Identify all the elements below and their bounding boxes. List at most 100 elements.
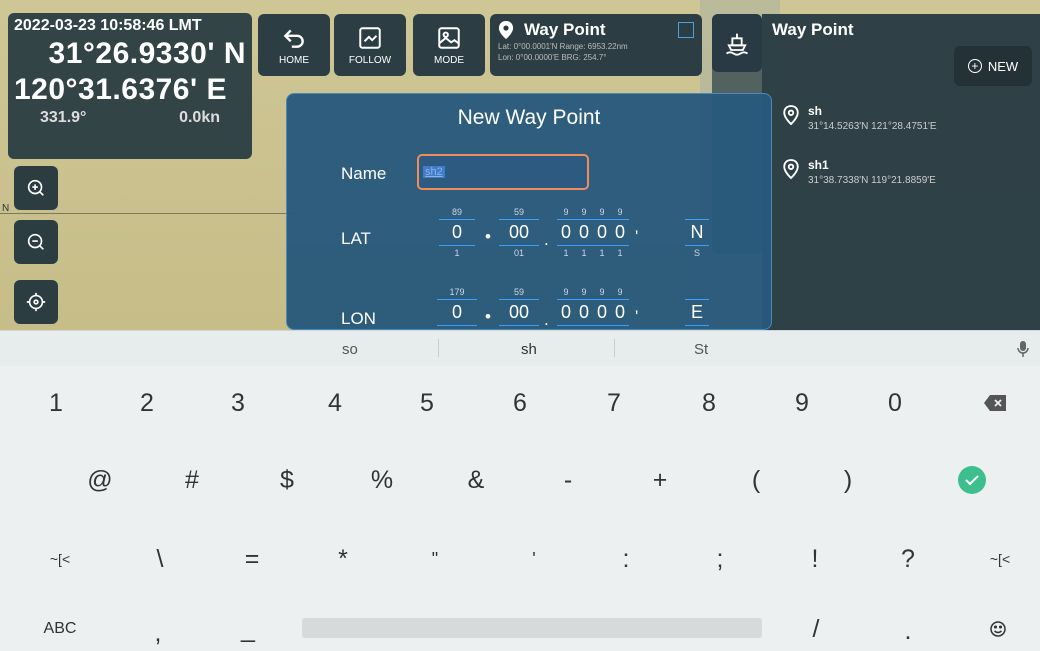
speed: 0.0kn (179, 109, 220, 126)
keyboard: 1 2 3 4 5 6 7 8 9 0 @ # $ % & - + ( ) ~[… (0, 366, 1040, 651)
key-6[interactable]: 6 (490, 378, 550, 428)
backspace-key[interactable] (965, 378, 1025, 428)
waypoint-name: sh1 (808, 158, 829, 172)
key-at[interactable]: @ (70, 455, 130, 505)
waypoint-coords: 31°38.7338'N 119°21.8859'E (808, 175, 936, 186)
suggestion-item[interactable]: St (694, 341, 708, 358)
minute-separator: ' (635, 227, 639, 246)
key-single-quote[interactable]: ' (504, 534, 564, 584)
close-checkbox-icon[interactable] (678, 22, 694, 38)
ship-button[interactable] (712, 14, 762, 72)
key-period[interactable]: . (878, 606, 938, 651)
suggestion-bar: so sh St (0, 330, 1040, 366)
active-waypoint-card[interactable]: Way Point Lat: 0°00.0001'N Range: 6953.2… (490, 14, 702, 76)
panel-title: Way Point (772, 20, 854, 39)
waypoint-list-panel: Way Point + NEW sh 31°14.5263'N 121°28.4… (762, 14, 1040, 330)
ship-icon (725, 33, 749, 56)
latitude: 31°26.9330' N (48, 37, 246, 70)
lat-decimal-2-spinner[interactable]: 9 0 1 (575, 207, 593, 258)
suggestion-divider (614, 339, 615, 357)
abc-key[interactable]: ABC (30, 604, 90, 651)
key-comma[interactable]: , (128, 608, 188, 651)
enter-key[interactable] (942, 455, 1002, 505)
key-9[interactable]: 9 (772, 378, 832, 428)
lat-decimal-1-spinner[interactable]: 9 0 1 (557, 207, 575, 258)
key-hash[interactable]: # (162, 455, 222, 505)
check-icon (958, 466, 986, 494)
key-asterisk[interactable]: * (313, 534, 373, 584)
suggestion-item[interactable]: so (342, 341, 358, 358)
chart-map[interactable]: N 2022-03-23 10:58:46 LMT 31°26.9330' N … (0, 0, 1040, 330)
key-2[interactable]: 2 (117, 378, 177, 428)
key-3[interactable]: 3 (208, 378, 268, 428)
home-button[interactable]: HOME (258, 14, 330, 76)
zoom-in-button[interactable] (14, 166, 58, 210)
key-minus[interactable]: - (538, 455, 598, 505)
waypoint-card-lat: Lat: 0°00.0001'N Range: 6953.22nm (498, 42, 628, 51)
key-ampersand[interactable]: & (446, 455, 506, 505)
lon-decimal-3-spinner[interactable]: 9 0 (593, 287, 611, 328)
key-double-quote[interactable]: " (405, 534, 465, 584)
minute-separator: ' (635, 307, 639, 326)
undo-arrow-icon (283, 29, 304, 48)
crosshair-icon (26, 292, 46, 312)
lat-label: LAT (341, 229, 371, 248)
lat-hemisphere-spinner[interactable]: N S (685, 207, 709, 258)
new-label: NEW (987, 58, 1019, 74)
key-4[interactable]: 4 (305, 378, 365, 428)
key-equals[interactable]: = (222, 534, 282, 584)
map-edge-label: N (2, 203, 10, 214)
key-plus[interactable]: + (630, 455, 690, 505)
lat-decimal-3-spinner[interactable]: 9 0 1 (593, 207, 611, 258)
key-open-paren[interactable]: ( (726, 455, 786, 505)
symbols-toggle-key[interactable]: ~[< (970, 534, 1030, 584)
key-colon[interactable]: : (596, 534, 656, 584)
key-backslash[interactable]: \ (130, 534, 190, 584)
center-position-button[interactable] (14, 280, 58, 324)
lon-hemisphere-spinner[interactable]: E (685, 287, 709, 328)
lon-degree-spinner[interactable]: 179 0 (437, 287, 477, 328)
key-close-paren[interactable]: ) (818, 455, 878, 505)
name-label: Name (341, 164, 387, 183)
lon-label: LON (341, 309, 376, 328)
degree-separator: • (485, 307, 491, 326)
lon-decimal-2-spinner[interactable]: 9 0 (575, 287, 593, 328)
space-key[interactable] (302, 618, 762, 638)
emoji-key[interactable] (968, 604, 1028, 651)
decimal-separator: . (544, 310, 549, 329)
lon-decimal-4-spinner[interactable]: 9 0 (611, 287, 629, 328)
new-waypoint-button[interactable]: + NEW (954, 46, 1032, 86)
key-semicolon[interactable]: ; (690, 534, 750, 584)
key-7[interactable]: 7 (584, 378, 644, 428)
follow-icon (359, 26, 381, 49)
suggestion-item[interactable]: sh (521, 341, 537, 358)
decimal-separator: . (544, 230, 549, 249)
waypoint-item-sh1[interactable]: sh1 31°38.7338'N 119°21.8859'E (782, 158, 936, 186)
lon-decimal-1-spinner[interactable]: 9 0 (557, 287, 575, 328)
microphone-icon[interactable] (1016, 340, 1030, 358)
key-5[interactable]: 5 (397, 378, 457, 428)
lat-decimal-4-spinner[interactable]: 9 0 1 (611, 207, 629, 258)
key-underscore[interactable]: _ (218, 604, 278, 651)
lat-minute-spinner[interactable]: 59 00 01 (499, 207, 539, 258)
name-value: sh2 (423, 166, 445, 178)
lon-minute-spinner[interactable]: 59 00 (499, 287, 539, 328)
waypoint-item-sh[interactable]: sh 31°14.5263'N 121°28.4751'E (782, 104, 937, 132)
key-percent[interactable]: % (352, 455, 412, 505)
key-slash[interactable]: / (786, 604, 846, 651)
key-8[interactable]: 8 (679, 378, 739, 428)
position-panel: 2022-03-23 10:58:46 LMT 31°26.9330' N 12… (8, 13, 252, 159)
waypoint-name-input[interactable]: sh2 (417, 154, 589, 190)
key-1[interactable]: 1 (26, 378, 86, 428)
key-dollar[interactable]: $ (257, 455, 317, 505)
longitude: 120°31.6376' E (14, 73, 227, 106)
symbols-toggle-key[interactable]: ~[< (30, 534, 90, 584)
lat-degree-spinner[interactable]: 89 0 1 (439, 207, 475, 258)
follow-button[interactable]: FOLLOW (334, 14, 406, 76)
key-exclamation[interactable]: ! (785, 534, 845, 584)
mode-button[interactable]: MODE (413, 14, 485, 76)
key-question[interactable]: ? (878, 534, 938, 584)
mode-label: MODE (434, 54, 464, 66)
key-0[interactable]: 0 (865, 378, 925, 428)
zoom-out-button[interactable] (14, 220, 58, 264)
